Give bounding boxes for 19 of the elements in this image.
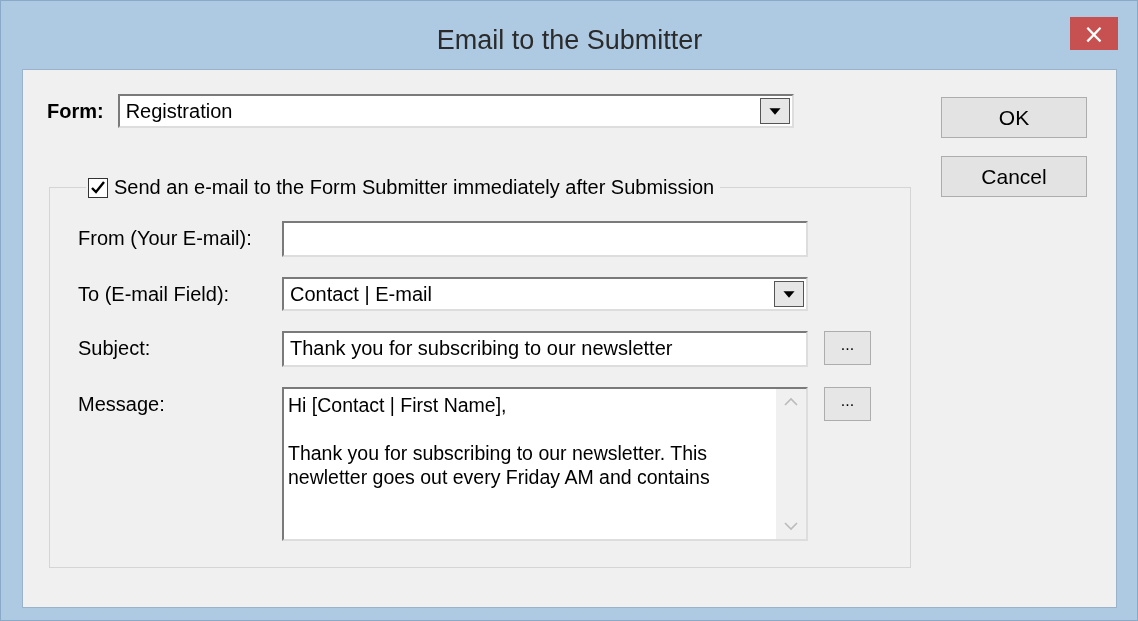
field-label: To (E-mail Field):	[78, 282, 231, 306]
close-button[interactable]: ×	[1070, 17, 1118, 50]
text-field[interactable]: Thank you for subscribing to our newsletter	[282, 331, 808, 367]
form-label: Form:	[47, 99, 104, 123]
field-label: Subject:	[78, 336, 152, 360]
browse-button[interactable]: ...	[824, 331, 871, 365]
field-label: Message:	[78, 392, 166, 416]
send-email-checkbox[interactable]	[88, 177, 108, 198]
text-field[interactable]	[282, 221, 808, 257]
dialog-button[interactable]: OK	[941, 97, 1087, 138]
window-title: Email to the Submitter	[436, 24, 703, 56]
dialog-button[interactable]: Cancel	[941, 156, 1087, 197]
form-dropdown[interactable]: Registration	[117, 94, 794, 128]
field-label: From (Your E-mail):	[78, 226, 253, 250]
checkmark-icon	[90, 179, 106, 196]
checkbox-label: Send an e-mail to the Form Submitter immediately after Submission	[114, 176, 715, 199]
to-dropdown[interactable]: Contact | E-mail	[282, 277, 808, 311]
browse-button[interactable]: ...	[824, 387, 871, 421]
message-field[interactable]: Hi [Contact | First Name], Thank you for subscribing to our newsletter. This newletter goes out every Friday AM and contains	[282, 387, 808, 541]
